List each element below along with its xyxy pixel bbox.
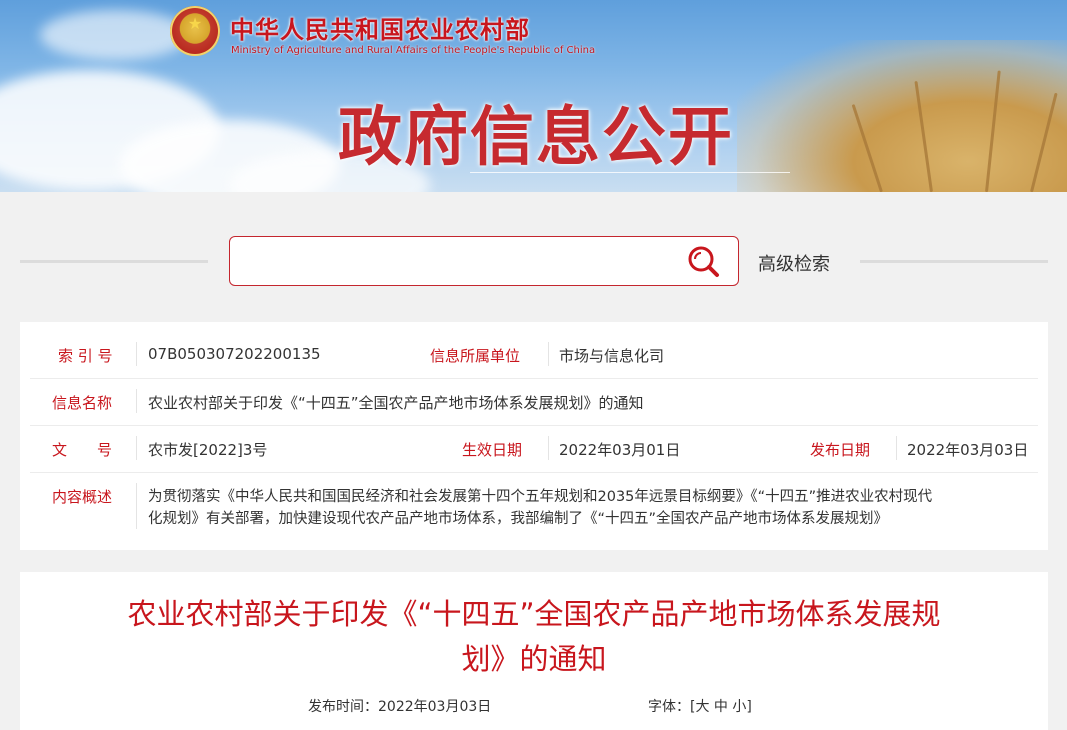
font-large-button[interactable]: 大 bbox=[695, 699, 709, 715]
search-icon[interactable] bbox=[686, 244, 720, 278]
divider bbox=[136, 436, 137, 460]
divider bbox=[548, 342, 549, 366]
info-row-index: 索 引 号 07B050307202200135 信息所属单位 市场与信息化司 bbox=[30, 332, 1038, 379]
index-value: 07B050307202200135 bbox=[148, 345, 321, 363]
name-value: 农业农村部关于印发《“十四五”全国农产品产地市场体系发展规划》的通知 bbox=[148, 394, 644, 412]
publish-date-label: 发布日期 bbox=[810, 441, 871, 459]
font-size-control: 字体：[大 中 小] bbox=[648, 696, 752, 716]
divider bbox=[136, 389, 137, 413]
header-banner: ★ 中华人民共和国农业农村部 Ministry of Agriculture a… bbox=[0, 0, 1067, 192]
info-table: 索 引 号 07B050307202200135 信息所属单位 市场与信息化司 … bbox=[20, 322, 1048, 550]
info-row-doc: 文 号 农市发[2022]3号 生效日期 2022年03月01日 发布日期 20… bbox=[30, 426, 1038, 473]
divider bbox=[896, 436, 897, 460]
index-label: 索 引 号 bbox=[58, 347, 113, 365]
cloud-decoration bbox=[40, 10, 190, 60]
summary-line: 为贯彻落实《中华人民共和国国民经济和社会发展第十四个五年规划和2035年远景目标… bbox=[148, 489, 933, 505]
article-title: 农业农村部关于印发《“十四五”全国农产品产地市场体系发展规 划》的通知 bbox=[50, 592, 1018, 682]
publish-date-value: 2022年03月03日 bbox=[907, 441, 1029, 459]
divider bbox=[548, 436, 549, 460]
search-box bbox=[229, 236, 739, 286]
summary-text: 为贯彻落实《中华人民共和国国民经济和社会发展第十四个五年规划和2035年远景目标… bbox=[148, 486, 1038, 530]
article-title-line: 划》的通知 bbox=[461, 642, 607, 676]
article-title-line: 农业农村部关于印发《“十四五”全国农产品产地市场体系发展规 bbox=[127, 597, 941, 631]
font-size-label: 字体： bbox=[648, 699, 690, 715]
article-card: 农业农村部关于印发《“十四五”全国农产品产地市场体系发展规 划》的通知 发布时间… bbox=[20, 572, 1048, 730]
doc-number-value: 农市发[2022]3号 bbox=[148, 441, 268, 459]
publish-time: 发布时间：2022年03月03日 bbox=[308, 696, 491, 716]
summary-line: 化规划》有关部署，加快建设现代农产品产地市场体系，我部编制了《“十四五”全国农产… bbox=[148, 511, 889, 527]
search-divider-left bbox=[20, 260, 208, 263]
font-small-button[interactable]: 小 bbox=[732, 699, 746, 715]
ministry-name-cn[interactable]: 中华人民共和国农业农村部 bbox=[230, 10, 530, 45]
search-divider-right bbox=[860, 260, 1048, 263]
banner-title: 政府信息公开 bbox=[338, 101, 734, 175]
publish-time-label: 发布时间： bbox=[308, 699, 378, 715]
unit-label: 信息所属单位 bbox=[430, 347, 521, 365]
font-bracket: ] bbox=[746, 699, 752, 715]
doc-number-label: 文 号 bbox=[52, 441, 113, 459]
summary-label: 内容概述 bbox=[52, 488, 113, 506]
banner-underline bbox=[470, 172, 790, 173]
wheat-decoration bbox=[737, 40, 1067, 192]
name-label: 信息名称 bbox=[52, 394, 113, 412]
effective-date-label: 生效日期 bbox=[462, 441, 523, 459]
unit-value: 市场与信息化司 bbox=[559, 347, 665, 365]
national-emblem-icon: ★ bbox=[170, 6, 220, 56]
info-row-name: 信息名称 农业农村部关于印发《“十四五”全国农产品产地市场体系发展规划》的通知 bbox=[30, 379, 1038, 426]
ministry-name-en: Ministry of Agriculture and Rural Affair… bbox=[231, 45, 596, 56]
search-input[interactable] bbox=[240, 245, 674, 279]
font-medium-button[interactable]: 中 bbox=[714, 699, 728, 715]
advanced-search-link[interactable]: 高级检索 bbox=[758, 250, 830, 276]
info-row-summary: 内容概述 为贯彻落实《中华人民共和国国民经济和社会发展第十四个五年规划和2035… bbox=[30, 473, 1038, 539]
effective-date-value: 2022年03月01日 bbox=[559, 441, 681, 459]
divider bbox=[136, 483, 137, 529]
divider bbox=[136, 342, 137, 366]
publish-time-value: 2022年03月03日 bbox=[378, 699, 492, 715]
